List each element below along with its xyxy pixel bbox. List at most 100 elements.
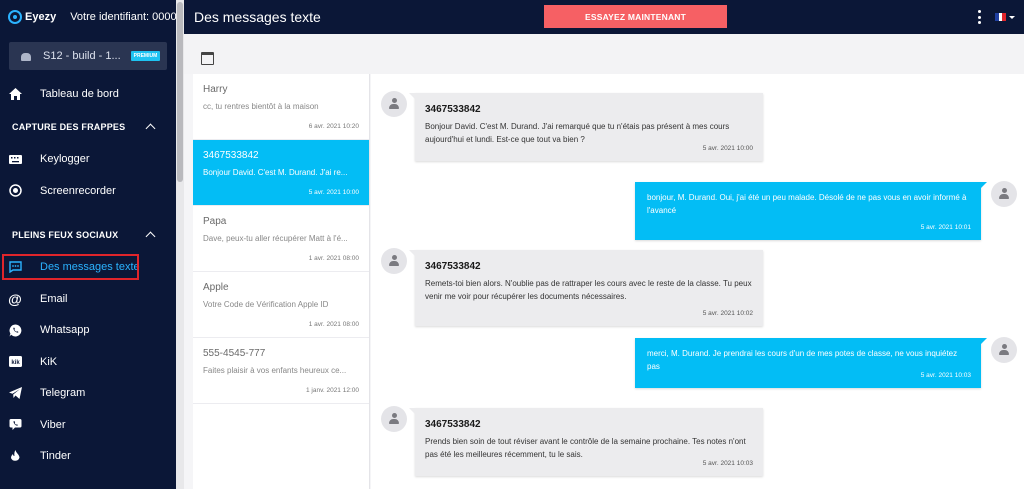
thread-item-harry[interactable]: Harry cc, tu rentres bientôt à la maison… xyxy=(193,74,369,140)
premium-badge: PREMIUM xyxy=(130,51,161,61)
thread-item-555-4545-777[interactable]: 555-4545-777 Faites plaisir à vos enfant… xyxy=(193,338,369,404)
contact-avatar xyxy=(381,248,407,274)
telegram-icon xyxy=(8,386,22,400)
sidebar-item-keylogger[interactable]: Keylogger xyxy=(0,144,176,176)
thread-list: Harry cc, tu rentres bientôt à la maison… xyxy=(193,74,370,489)
message-text: Remets-toi bien alors. N'oublie pas de r… xyxy=(425,279,752,301)
top-header: Des messages texte ESSAYEZ MAINTENANT xyxy=(184,0,1024,34)
conversation-panel[interactable]: 3467533842 Bonjour David. C'est M. Duran… xyxy=(371,74,1024,489)
page-title: Des messages texte xyxy=(194,9,321,25)
eyezy-logo-icon xyxy=(8,10,22,24)
thread-preview: cc, tu rentres bientôt à la maison xyxy=(203,102,319,111)
thread-time: 6 avr. 2021 10:20 xyxy=(308,123,359,130)
thread-item-apple[interactable]: Apple Votre Code de Vérification Apple I… xyxy=(193,272,369,338)
active-item-outline xyxy=(2,253,139,280)
message-text: bonjour, M. Durand. Oui, j'ai été un peu… xyxy=(647,193,967,215)
message-bubble-incoming: 3467533842 Prends bien soin de tout révi… xyxy=(409,408,763,476)
record-icon xyxy=(8,184,22,198)
filter-toolbar xyxy=(184,34,1024,74)
message-bubble-outgoing: bonjour, M. Durand. Oui, j'ai été un peu… xyxy=(635,182,987,240)
sidebar-item-viber[interactable]: Viber xyxy=(0,409,176,441)
sidebar-item-label: Whatsapp xyxy=(40,324,90,337)
sidebar-item-tinder[interactable]: Tinder xyxy=(0,441,176,473)
thread-time: 1 janv. 2021 12:00 xyxy=(305,387,359,394)
thread-preview: Faites plaisir à vos enfants heureux ce.… xyxy=(203,366,347,375)
scrollbar-thumb[interactable] xyxy=(177,2,183,182)
section-keystrokes[interactable]: CAPTURE DES FRAPPES xyxy=(0,110,176,144)
message-sender: 3467533842 xyxy=(425,419,481,430)
contact-avatar xyxy=(381,91,407,117)
sidebar-item-label: KiK xyxy=(40,355,58,368)
sidebar-item-telegram[interactable]: Telegram xyxy=(0,378,176,410)
message-time: 5 avr. 2021 10:02 xyxy=(702,310,753,317)
section-title: CAPTURE DES FRAPPES xyxy=(12,121,126,132)
android-icon xyxy=(19,50,33,62)
sidebar-item-label: Tinder xyxy=(40,450,71,463)
user-avatar xyxy=(991,181,1017,207)
thread-item-3467533842[interactable]: 3467533842 Bonjour David. C'est M. Duran… xyxy=(193,140,369,206)
user-avatar xyxy=(991,337,1017,363)
brand-row: Eyezy Votre identifiant: 000001 xyxy=(0,0,176,34)
message-time: 5 avr. 2021 10:01 xyxy=(920,224,971,231)
thread-contact: 3467533842 xyxy=(203,150,259,161)
svg-text:kik: kik xyxy=(11,360,20,366)
sidebar-item-text-messages[interactable]: Des messages texte xyxy=(0,252,176,284)
sidebar: Eyezy Votre identifiant: 000001 S12 - bu… xyxy=(0,0,176,489)
sidebar-item-label: Screenrecorder xyxy=(40,184,116,197)
whatsapp-icon xyxy=(8,323,22,337)
language-dropdown-caret-icon[interactable] xyxy=(1009,16,1015,19)
message-sender: 3467533842 xyxy=(425,104,481,115)
sidebar-item-label: Telegram xyxy=(40,387,86,400)
keyboard-icon xyxy=(8,152,22,166)
thread-contact: Papa xyxy=(203,216,227,227)
person-icon xyxy=(388,98,400,110)
person-icon xyxy=(998,344,1010,356)
calendar-icon[interactable] xyxy=(201,52,214,65)
contact-avatar xyxy=(381,406,407,432)
message-time: 5 avr. 2021 10:03 xyxy=(702,460,753,467)
sidebar-item-email[interactable]: @ Email xyxy=(0,283,176,315)
try-now-button[interactable]: ESSAYEZ MAINTENANT xyxy=(544,5,727,28)
more-options-icon[interactable] xyxy=(977,10,981,24)
home-icon xyxy=(8,87,22,101)
message-bubble-incoming: 3467533842 Remets-toi bien alors. N'oubl… xyxy=(409,250,763,326)
app-brand: Eyezy xyxy=(25,11,57,23)
kik-icon: kik xyxy=(8,355,22,369)
thread-time: 1 avr. 2021 08:00 xyxy=(308,255,359,262)
message-bubble-incoming: 3467533842 Bonjour David. C'est M. Duran… xyxy=(409,93,763,161)
message-time: 5 avr. 2021 10:03 xyxy=(920,372,971,379)
user-id-label: Votre identifiant: 000001 xyxy=(70,11,176,23)
sidebar-item-kik[interactable]: kik KiK xyxy=(0,346,176,378)
thread-time: 5 avr. 2021 10:00 xyxy=(308,189,359,196)
sidebar-scrollbar[interactable] xyxy=(176,0,184,489)
message-time: 5 avr. 2021 10:00 xyxy=(702,145,753,152)
person-icon xyxy=(388,413,400,425)
thread-contact: 555-4545-777 xyxy=(203,348,266,359)
thread-contact: Apple xyxy=(203,282,229,293)
viber-icon xyxy=(8,418,22,432)
thread-preview: Bonjour David. C'est M. Durand. J'ai re.… xyxy=(203,168,348,177)
app-logo[interactable]: Eyezy xyxy=(8,10,56,24)
thread-preview: Votre Code de Vérification Apple ID xyxy=(203,300,329,309)
person-icon xyxy=(388,255,400,267)
sidebar-item-label: Tableau de bord xyxy=(40,87,119,100)
sidebar-item-whatsapp[interactable]: Whatsapp xyxy=(0,315,176,347)
sidebar-item-label: Keylogger xyxy=(40,153,90,166)
person-icon xyxy=(998,188,1010,200)
french-flag-icon[interactable] xyxy=(995,13,1007,21)
section-social[interactable]: PLEINS FEUX SOCIAUX xyxy=(0,218,176,252)
thread-item-papa[interactable]: Papa Dave, peux-tu aller récupérer Matt … xyxy=(193,206,369,272)
tinder-flame-icon xyxy=(8,449,22,463)
chevron-up-icon xyxy=(145,231,156,242)
thread-time: 1 avr. 2021 08:00 xyxy=(308,321,359,328)
sidebar-item-label: Email xyxy=(40,292,68,305)
thread-preview: Dave, peux-tu aller récupérer Matt à l'é… xyxy=(203,234,348,243)
thread-contact: Harry xyxy=(203,84,228,95)
sidebar-item-screenrecorder[interactable]: Screenrecorder xyxy=(0,175,176,207)
message-sender: 3467533842 xyxy=(425,261,481,272)
device-selector[interactable]: S12 - build - 1... PREMIUM xyxy=(9,42,167,70)
at-icon: @ xyxy=(8,290,22,307)
sidebar-item-label: Viber xyxy=(40,418,66,431)
message-bubble-outgoing: merci, M. Durand. Je prendrai les cours … xyxy=(635,338,987,388)
sidebar-item-dashboard[interactable]: Tableau de bord xyxy=(0,78,176,110)
